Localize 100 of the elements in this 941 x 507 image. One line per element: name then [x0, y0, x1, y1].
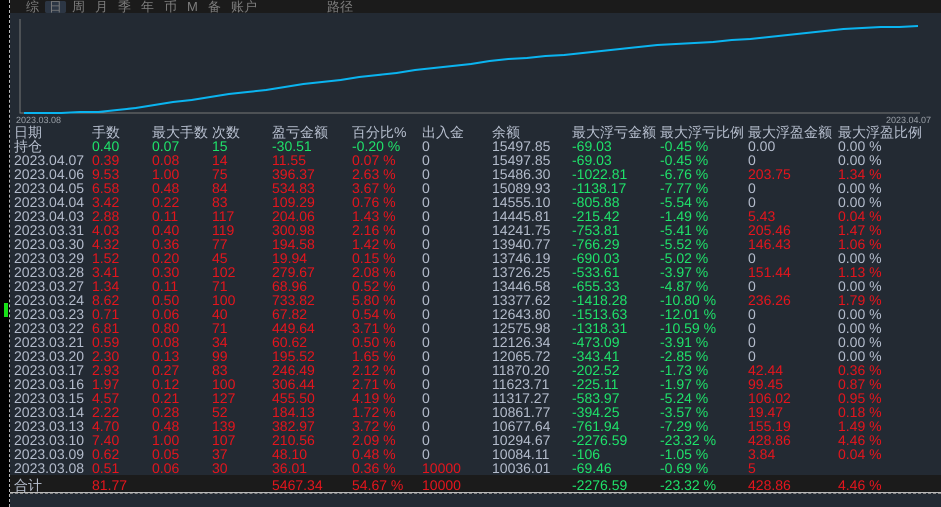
table-cell: 0.08 [152, 335, 180, 349]
table-cell: -69.03 [572, 139, 612, 153]
axis-label: 2023.03.08 [16, 115, 62, 125]
row-label: 2023.03.13 [14, 419, 84, 433]
table-cell: 0.36 % [352, 461, 396, 475]
table-cell: 13726.25 [492, 265, 550, 279]
table-cell: 0.28 [152, 405, 180, 419]
table-cell: -1.49 % [660, 209, 708, 223]
table-cell: 0.87 % [838, 377, 882, 391]
table-cell: 0.62 [92, 447, 120, 461]
table-cell: 30 [212, 461, 228, 475]
period-tab[interactable]: 日 [45, 0, 66, 12]
period-tab[interactable]: M [183, 0, 202, 12]
table-cell: 5 [748, 461, 756, 475]
table-cell: 0.48 [152, 419, 180, 433]
table-cell: 106.02 [748, 391, 791, 405]
period-tab[interactable]: 综 [22, 0, 43, 12]
table-cell: -2276.59 [572, 478, 628, 492]
period-tab[interactable]: 季 [114, 0, 135, 12]
period-tab[interactable]: 周 [68, 0, 89, 12]
table-cell: -4.87 % [660, 279, 708, 293]
table-cell: -202.52 [572, 363, 620, 377]
table-cell: -5.54 % [660, 195, 708, 209]
table-cell: 0 [422, 335, 430, 349]
table-cell: 0.80 [152, 321, 180, 335]
table-cell: 8.62 [92, 293, 120, 307]
table-cell: 1.79 % [838, 293, 882, 307]
table-cell: -3.97 % [660, 265, 708, 279]
table-cell: -1022.81 [572, 167, 628, 181]
table-cell: 449.64 [272, 321, 315, 335]
table-cell: 139 [212, 419, 236, 433]
table-cell: 0.00 % [838, 307, 882, 321]
table-cell: 0.36 % [838, 363, 882, 377]
period-tab[interactable]: 币 [160, 0, 181, 12]
table-cell: 3.42 [92, 195, 120, 209]
table-cell: -10.80 % [660, 293, 716, 307]
table-cell: -5.24 % [660, 391, 708, 405]
table-cell: 0 [422, 447, 430, 461]
table-cell: 4.32 [92, 237, 120, 251]
table-cell: 1.06 % [838, 237, 882, 251]
table-cell: 1.34 % [838, 167, 882, 181]
table-cell: -12.01 % [660, 307, 716, 321]
table-cell: 100 [212, 377, 236, 391]
table-cell: 12126.34 [492, 335, 550, 349]
table-cell: 0.18 % [838, 405, 882, 419]
table-cell: 10084.11 [492, 447, 550, 461]
table-cell: 13746.19 [492, 251, 550, 265]
table-cell: -0.69 % [660, 461, 708, 475]
period-tab[interactable]: 备 [204, 0, 225, 12]
table-cell: 4.46 % [838, 433, 882, 447]
table-cell: 1.49 % [838, 419, 882, 433]
table-cell: 1.72 % [352, 405, 396, 419]
table-cell: 102 [212, 265, 236, 279]
table-cell: 117 [212, 209, 234, 223]
row-label: 2023.03.08 [14, 461, 84, 475]
table-cell: 83 [212, 363, 228, 377]
table-cell: 12575.98 [492, 321, 550, 335]
table-cell: 52 [212, 405, 228, 419]
table-cell: 9.53 [92, 167, 120, 181]
table-cell: 83 [212, 195, 228, 209]
table-cell: 4.03 [92, 223, 120, 237]
table-cell: 155.19 [748, 419, 791, 433]
table-cell: -106 [572, 447, 600, 461]
table-cell: 77 [212, 237, 228, 251]
table-cell: 0 [748, 349, 756, 363]
column-header: 手数 [92, 125, 121, 139]
table-cell: 0.36 [152, 237, 180, 251]
table-cell: -5.41 % [660, 223, 708, 237]
table-cell: 0 [422, 433, 430, 447]
table-cell: 0 [748, 321, 756, 335]
table-cell: -2.85 % [660, 349, 708, 363]
table-cell: 12065.72 [492, 349, 550, 363]
row-label: 2023.03.22 [14, 321, 84, 335]
table-cell: 15 [212, 139, 228, 153]
period-tab[interactable]: 路径 [322, 0, 357, 12]
period-tab[interactable]: 年 [137, 0, 158, 12]
table-cell: 733.82 [272, 293, 315, 307]
table-cell: 0 [422, 293, 430, 307]
table-cell: 0.76 % [352, 195, 396, 209]
table-cell: 0 [422, 195, 430, 209]
table-cell: 0.48 % [352, 447, 396, 461]
table-cell: 0.52 % [352, 279, 396, 293]
table-cell: 1.42 % [352, 237, 396, 251]
table-cell: 246.49 [272, 363, 315, 377]
row-label: 2023.03.24 [14, 293, 84, 307]
table-cell: 84 [212, 181, 228, 195]
column-header: 百分比% [352, 125, 408, 139]
table-cell: 0 [422, 237, 430, 251]
table-cell: 0.27 [152, 363, 180, 377]
table-cell: 81.77 [92, 478, 128, 492]
table-cell: 6.58 [92, 181, 120, 195]
table-cell: 0 [422, 279, 430, 293]
table-cell: 184.13 [272, 405, 315, 419]
period-tab[interactable]: 月 [91, 0, 112, 12]
table-cell: 1.00 [152, 433, 180, 447]
table-cell: 40 [212, 307, 228, 321]
table-cell: 11317.27 [492, 391, 550, 405]
column-header: 盈亏金额 [272, 125, 329, 139]
table-cell: 0.00 % [838, 153, 882, 167]
table-cell: -473.09 [572, 335, 620, 349]
